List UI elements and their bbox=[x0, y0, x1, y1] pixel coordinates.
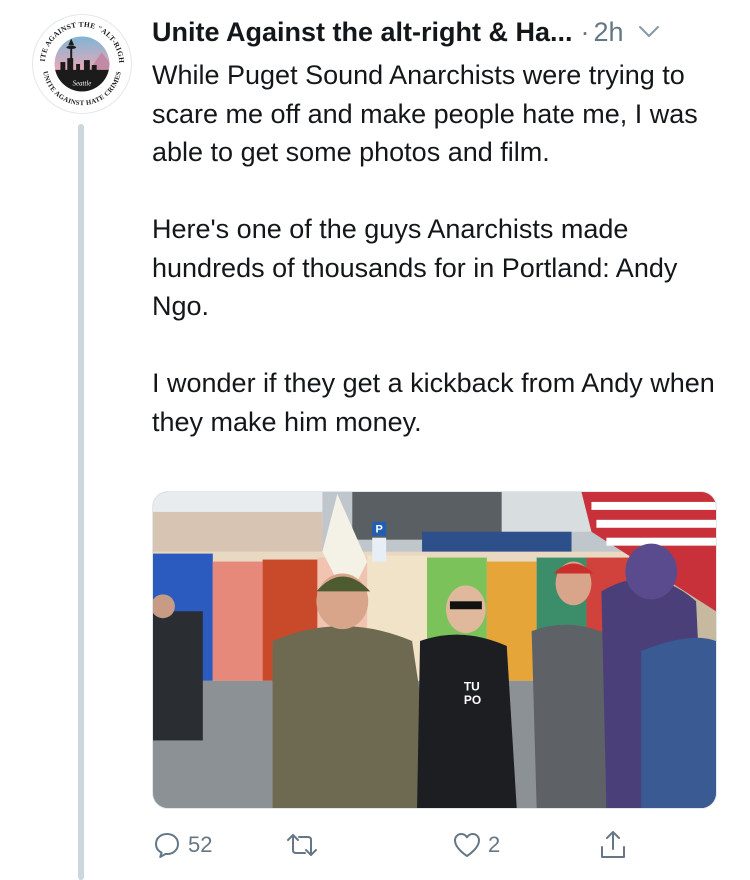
meta-separator: · bbox=[580, 16, 590, 47]
reply-button[interactable]: 52 bbox=[152, 823, 212, 867]
author-name[interactable]: Unite Against the alt-right & Ha... bbox=[152, 17, 573, 48]
tweet-paragraph: I wonder if they get a kickback from And… bbox=[152, 368, 715, 437]
reply-count: 52 bbox=[188, 832, 213, 857]
more-options-chevron-icon[interactable] bbox=[636, 19, 662, 45]
like-count: 2 bbox=[488, 832, 501, 857]
tweet-paragraph: While Puget Sound Anarchists were trying… bbox=[152, 60, 698, 167]
parking-sign-text: P bbox=[376, 524, 383, 536]
tweet-timestamp[interactable]: 2h bbox=[594, 17, 624, 48]
like-button[interactable]: 2 bbox=[452, 823, 500, 867]
tweet-photo[interactable]: P TU PO bbox=[152, 491, 717, 809]
jacket-text: TU PO bbox=[464, 680, 481, 707]
heart-icon bbox=[454, 833, 480, 857]
reply-icon bbox=[155, 833, 179, 858]
tweet-actions: 52 2 bbox=[152, 823, 722, 867]
share-icon bbox=[601, 831, 625, 858]
share-button[interactable] bbox=[598, 823, 628, 867]
tweet-text: While Puget Sound Anarchists were trying… bbox=[152, 56, 727, 441]
tweet-header: Unite Against the alt-right & Ha... · 2h bbox=[152, 14, 732, 50]
retweet-button[interactable] bbox=[285, 823, 325, 867]
avatar-logo: UNITE AGAINST THE "ALT-RIGHT" UNITE AGAI… bbox=[33, 15, 131, 113]
thread-connector-line bbox=[78, 124, 84, 880]
tweet-paragraph: Here's one of the guys Anarchists made h… bbox=[152, 214, 678, 321]
retweet-icon bbox=[287, 834, 317, 856]
avatar-city-text: Seattle bbox=[73, 81, 92, 88]
author-avatar[interactable]: UNITE AGAINST THE "ALT-RIGHT" UNITE AGAI… bbox=[32, 14, 132, 114]
photo-scene: P TU PO bbox=[153, 492, 716, 808]
